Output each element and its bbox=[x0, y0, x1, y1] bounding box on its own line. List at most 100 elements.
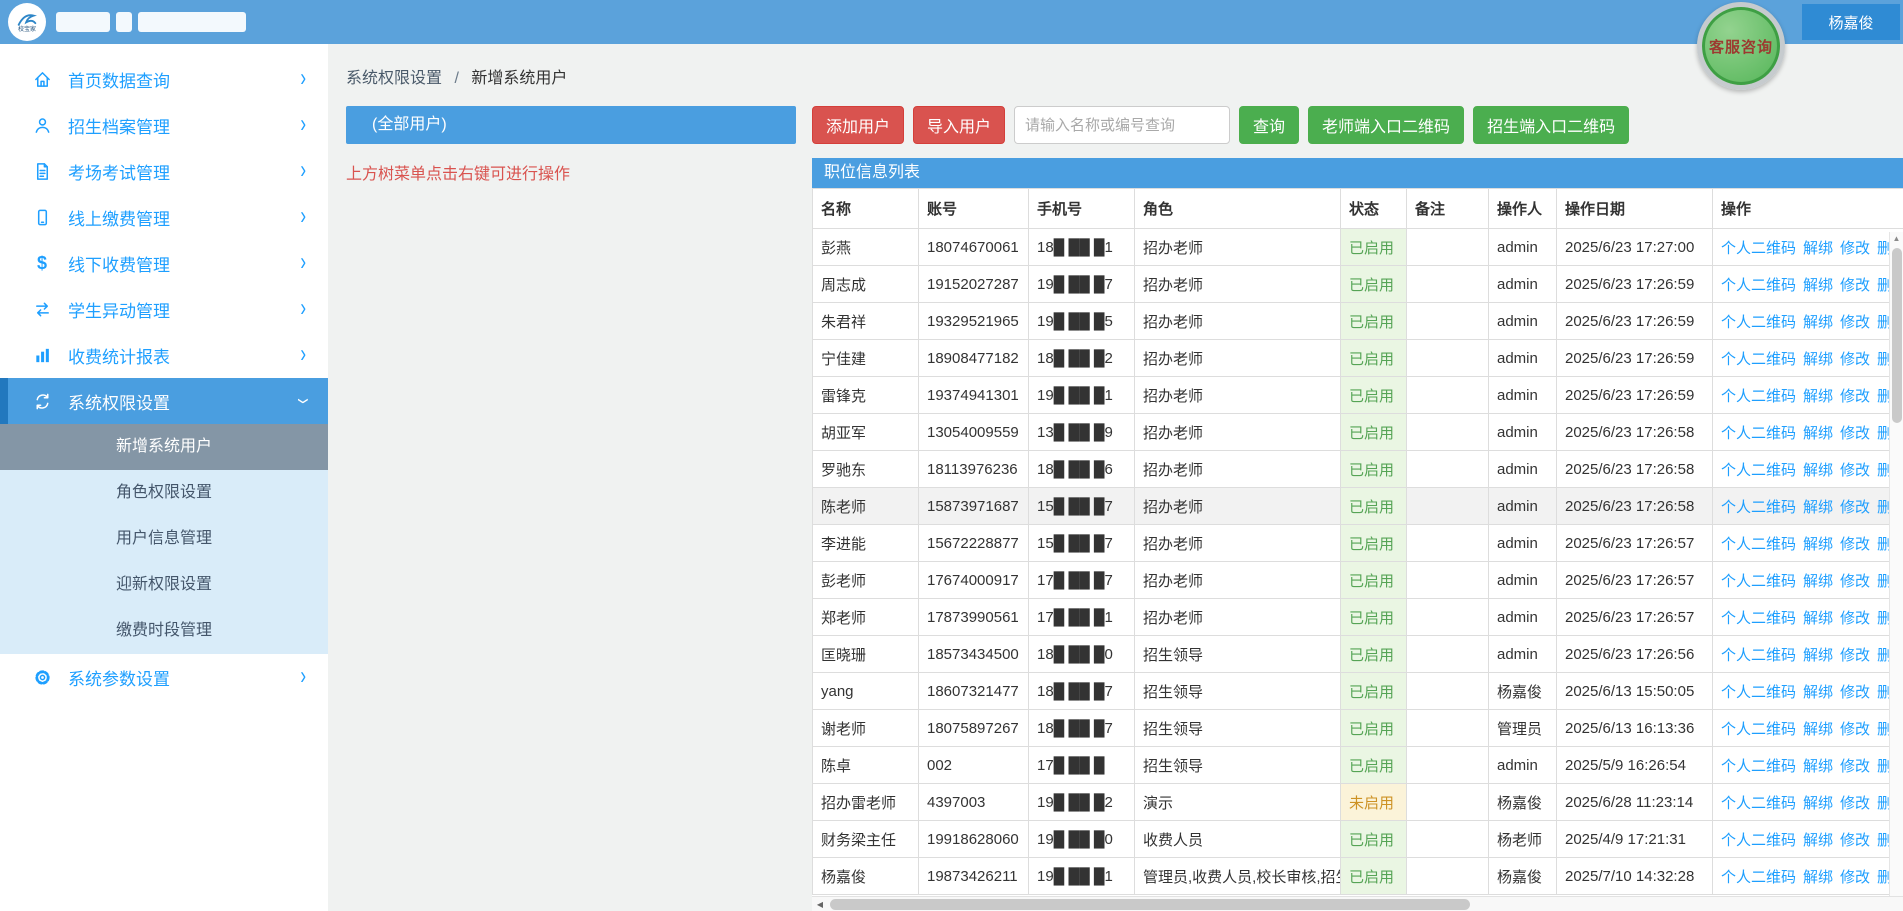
sidebar-item-home-data[interactable]: 首页数据查询 › bbox=[0, 56, 328, 102]
search-input[interactable] bbox=[1014, 106, 1230, 144]
sidebar-item-label: 线上缴费管理 bbox=[68, 205, 300, 230]
import-user-button[interactable]: 导入用户 bbox=[913, 106, 1005, 144]
vertical-scroll-thumb[interactable] bbox=[1892, 248, 1902, 423]
op-modify-link[interactable]: 修改 bbox=[1840, 647, 1870, 664]
sidebar-item-online-payment[interactable]: 线上缴费管理 › bbox=[0, 194, 328, 240]
op-modify-link[interactable]: 修改 bbox=[1840, 721, 1870, 738]
scroll-up-arrow-icon[interactable]: ▲ bbox=[1890, 232, 1903, 246]
op-unbind-link[interactable]: 解绑 bbox=[1803, 240, 1833, 257]
op-modify-link[interactable]: 修改 bbox=[1840, 869, 1870, 886]
sidebar-item-exam-management[interactable]: 考场考试管理 › bbox=[0, 148, 328, 194]
op-unbind-link[interactable]: 解绑 bbox=[1803, 573, 1833, 590]
op-modify-link[interactable]: 修改 bbox=[1840, 573, 1870, 590]
op-unbind-link[interactable]: 解绑 bbox=[1803, 869, 1833, 886]
sidebar-item-offline-payment[interactable]: $ 线下收费管理 › bbox=[0, 240, 328, 286]
column-header: 操作人 bbox=[1489, 189, 1557, 229]
op-unbind-link[interactable]: 解绑 bbox=[1803, 684, 1833, 701]
op-unbind-link[interactable]: 解绑 bbox=[1803, 647, 1833, 664]
op-modify-link[interactable]: 修改 bbox=[1840, 684, 1870, 701]
chevron-right-icon: › bbox=[300, 295, 306, 324]
sidebar-item-system-parameters[interactable]: 系统参数设置 › bbox=[0, 654, 328, 700]
sidebar-item-fee-reports[interactable]: 收费统计报表 › bbox=[0, 332, 328, 378]
op-modify-link[interactable]: 修改 bbox=[1840, 425, 1870, 442]
search-button[interactable]: 查询 bbox=[1239, 106, 1299, 144]
submenu-item-role-permissions[interactable]: 角色权限设置 bbox=[0, 470, 328, 516]
op-personal-qr-link[interactable]: 个人二维码 bbox=[1721, 499, 1796, 516]
submenu-item-payment-period[interactable]: 缴费时段管理 bbox=[0, 608, 328, 654]
user-tree-root-node[interactable]: (全部用户) bbox=[346, 106, 796, 144]
breadcrumb-section[interactable]: 系统权限设置 bbox=[346, 70, 442, 87]
vertical-scrollbar[interactable]: ▲ bbox=[1889, 232, 1903, 896]
horizontal-scrollbar[interactable]: ◀ bbox=[812, 896, 1903, 911]
op-personal-qr-link[interactable]: 个人二维码 bbox=[1721, 462, 1796, 479]
op-unbind-link[interactable]: 解绑 bbox=[1803, 721, 1833, 738]
op-personal-qr-link[interactable]: 个人二维码 bbox=[1721, 573, 1796, 590]
op-personal-qr-link[interactable]: 个人二维码 bbox=[1721, 869, 1796, 886]
op-modify-link[interactable]: 修改 bbox=[1840, 240, 1870, 257]
op-modify-link[interactable]: 修改 bbox=[1840, 610, 1870, 627]
op-modify-link[interactable]: 修改 bbox=[1840, 277, 1870, 294]
op-personal-qr-link[interactable]: 个人二维码 bbox=[1721, 832, 1796, 849]
op-modify-link[interactable]: 修改 bbox=[1840, 314, 1870, 331]
op-personal-qr-link[interactable]: 个人二维码 bbox=[1721, 610, 1796, 627]
cell-status: 已启用 bbox=[1341, 636, 1407, 673]
op-modify-link[interactable]: 修改 bbox=[1840, 351, 1870, 368]
op-unbind-link[interactable]: 解绑 bbox=[1803, 758, 1833, 775]
op-personal-qr-link[interactable]: 个人二维码 bbox=[1721, 721, 1796, 738]
op-unbind-link[interactable]: 解绑 bbox=[1803, 425, 1833, 442]
op-personal-qr-link[interactable]: 个人二维码 bbox=[1721, 758, 1796, 775]
op-unbind-link[interactable]: 解绑 bbox=[1803, 277, 1833, 294]
op-personal-qr-link[interactable]: 个人二维码 bbox=[1721, 388, 1796, 405]
cell-date: 2025/6/23 17:26:56 bbox=[1557, 636, 1713, 673]
op-personal-qr-link[interactable]: 个人二维码 bbox=[1721, 314, 1796, 331]
user-account-button[interactable]: 杨嘉俊 bbox=[1802, 4, 1900, 40]
op-unbind-link[interactable]: 解绑 bbox=[1803, 314, 1833, 331]
op-unbind-link[interactable]: 解绑 bbox=[1803, 610, 1833, 627]
op-personal-qr-link[interactable]: 个人二维码 bbox=[1721, 795, 1796, 812]
op-modify-link[interactable]: 修改 bbox=[1840, 462, 1870, 479]
sidebar-item-system-permissions[interactable]: 系统权限设置 › bbox=[0, 378, 328, 424]
cell-status: 已启用 bbox=[1341, 488, 1407, 525]
cell-account: 18113976236 bbox=[919, 451, 1029, 488]
cell-date: 2025/6/23 17:26:57 bbox=[1557, 562, 1713, 599]
cell-role: 招办老师 bbox=[1135, 303, 1341, 340]
cell-role: 招办老师 bbox=[1135, 525, 1341, 562]
cell-account: 17873990561 bbox=[919, 599, 1029, 636]
submenu-item-welcome-permissions[interactable]: 迎新权限设置 bbox=[0, 562, 328, 608]
op-unbind-link[interactable]: 解绑 bbox=[1803, 499, 1833, 516]
op-personal-qr-link[interactable]: 个人二维码 bbox=[1721, 351, 1796, 368]
op-personal-qr-link[interactable]: 个人二维码 bbox=[1721, 647, 1796, 664]
recruit-qr-button[interactable]: 招生端入口二维码 bbox=[1473, 106, 1629, 144]
op-modify-link[interactable]: 修改 bbox=[1840, 832, 1870, 849]
op-modify-link[interactable]: 修改 bbox=[1840, 795, 1870, 812]
scroll-left-arrow-icon[interactable]: ◀ bbox=[812, 897, 828, 911]
sidebar-item-student-transfer[interactable]: 学生异动管理 › bbox=[0, 286, 328, 332]
column-header: 角色 bbox=[1135, 189, 1341, 229]
op-personal-qr-link[interactable]: 个人二维码 bbox=[1721, 684, 1796, 701]
op-personal-qr-link[interactable]: 个人二维码 bbox=[1721, 425, 1796, 442]
op-personal-qr-link[interactable]: 个人二维码 bbox=[1721, 277, 1796, 294]
customer-service-badge[interactable]: 客服咨询 bbox=[1697, 2, 1785, 90]
teacher-qr-button[interactable]: 老师端入口二维码 bbox=[1308, 106, 1464, 144]
cell-operations: 个人二维码解绑修改删除 bbox=[1713, 747, 1903, 784]
op-unbind-link[interactable]: 解绑 bbox=[1803, 832, 1833, 849]
op-modify-link[interactable]: 修改 bbox=[1840, 499, 1870, 516]
submenu-item-user-info[interactable]: 用户信息管理 bbox=[0, 516, 328, 562]
op-modify-link[interactable]: 修改 bbox=[1840, 388, 1870, 405]
cell-operator: admin bbox=[1489, 451, 1557, 488]
submenu-item-add-system-user[interactable]: 新增系统用户 bbox=[0, 424, 328, 470]
sidebar-item-enrollment-archive[interactable]: 招生档案管理 › bbox=[0, 102, 328, 148]
cell-operator: admin bbox=[1489, 340, 1557, 377]
op-personal-qr-link[interactable]: 个人二维码 bbox=[1721, 240, 1796, 257]
op-unbind-link[interactable]: 解绑 bbox=[1803, 536, 1833, 553]
op-unbind-link[interactable]: 解绑 bbox=[1803, 795, 1833, 812]
cell-name: 胡亚军 bbox=[813, 414, 919, 451]
op-personal-qr-link[interactable]: 个人二维码 bbox=[1721, 536, 1796, 553]
horizontal-scroll-thumb[interactable] bbox=[830, 899, 1470, 910]
op-unbind-link[interactable]: 解绑 bbox=[1803, 388, 1833, 405]
op-unbind-link[interactable]: 解绑 bbox=[1803, 351, 1833, 368]
op-modify-link[interactable]: 修改 bbox=[1840, 536, 1870, 553]
op-unbind-link[interactable]: 解绑 bbox=[1803, 462, 1833, 479]
add-user-button[interactable]: 添加用户 bbox=[812, 106, 904, 144]
op-modify-link[interactable]: 修改 bbox=[1840, 758, 1870, 775]
